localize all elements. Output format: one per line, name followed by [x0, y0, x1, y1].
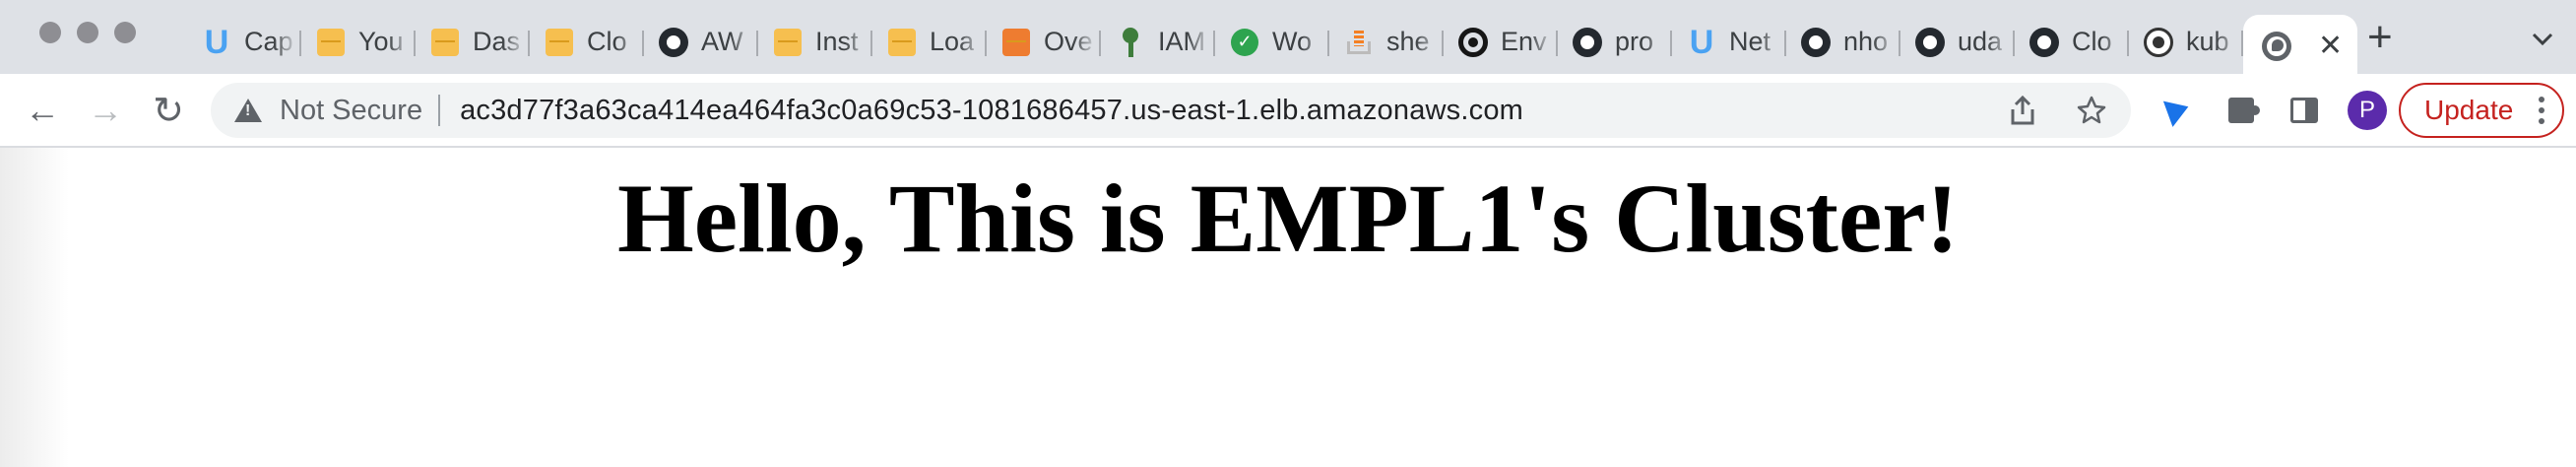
tab[interactable]: IAM: [1101, 15, 1215, 70]
tab[interactable]: You: [301, 15, 416, 70]
tab-title: Net: [1729, 27, 1771, 56]
warning-icon[interactable]: [232, 95, 264, 126]
tab-title: nho: [1843, 27, 1889, 56]
aws-box-icon: [886, 27, 918, 58]
github-icon: [2029, 27, 2060, 58]
circleci-icon: [1457, 27, 1489, 58]
url-text[interactable]: ac3d77f3a63ca414ea464fa3c0a69c53-1081686…: [460, 95, 1523, 127]
tab[interactable]: Loa: [872, 15, 987, 70]
back-button[interactable]: ←: [20, 88, 65, 133]
tab[interactable]: uda: [1900, 15, 2015, 70]
tab[interactable]: Clo: [530, 15, 644, 70]
aws-box-icon: [772, 27, 804, 58]
profile-avatar[interactable]: P: [2348, 91, 2387, 130]
tab-title: she: [1386, 27, 1430, 56]
tab[interactable]: kub: [2129, 15, 2243, 70]
divider: [438, 95, 441, 126]
udacity-icon: U: [204, 23, 229, 61]
tab-title: Das: [473, 27, 521, 56]
tab[interactable]: Clo: [2015, 15, 2129, 70]
window-controls: [39, 22, 136, 43]
close-tab-icon[interactable]: ✕: [2318, 32, 2343, 61]
tab-title: Wo: [1272, 27, 1313, 56]
aws-box-icon: [544, 27, 575, 58]
kubernetes-icon: [2143, 27, 2174, 58]
security-status[interactable]: Not Secure: [280, 95, 422, 127]
tab-strip: U Cap You Das Clo AW Inst Loa Ove IAM ✓ …: [0, 0, 2576, 79]
tab-search-chevron-icon[interactable]: [2529, 26, 2556, 53]
update-button[interactable]: Update: [2399, 83, 2564, 138]
tab-title: Clo: [2072, 27, 2112, 56]
menu-kebab-icon[interactable]: [2539, 97, 2544, 124]
tab[interactable]: Env: [1444, 15, 1558, 70]
aws-orange-box-icon: [1000, 27, 1032, 58]
tab-list: U Cap You Das Clo AW Inst Loa Ove IAM ✓ …: [187, 10, 2357, 79]
tab[interactable]: ✓ Wo: [1215, 15, 1329, 70]
tab-title: IAM: [1158, 27, 1206, 56]
github-icon: [658, 27, 689, 58]
tab[interactable]: pro: [1558, 15, 1672, 70]
tab[interactable]: she: [1329, 15, 1444, 70]
tab-title: You: [358, 27, 404, 56]
globe-icon: [2261, 31, 2292, 62]
page-viewport: Hello, This is EMPL1's Cluster!: [0, 148, 2576, 467]
tab-title: Loa: [930, 27, 975, 56]
tab[interactable]: U Net: [1672, 15, 1786, 70]
tab-title: Env: [1501, 27, 1547, 56]
extensions-puzzle-icon[interactable]: [2210, 83, 2273, 138]
browser-toolbar: ← → ↻ Not Secure ac3d77f3a63ca414ea464fa…: [0, 74, 2576, 148]
tab[interactable]: U Cap: [187, 15, 301, 70]
bookmark-star-icon[interactable]: [2072, 91, 2111, 130]
page-heading: Hello, This is EMPL1's Cluster!: [616, 164, 1960, 273]
extension-cursor-icon[interactable]: [2147, 83, 2210, 138]
minimize-window-button[interactable]: [77, 22, 98, 43]
tab-title: kub: [2186, 27, 2229, 56]
check-circle-icon: ✓: [1229, 27, 1260, 58]
update-label: Update: [2424, 95, 2514, 125]
tab-title: AW: [701, 27, 743, 56]
reload-button[interactable]: ↻: [146, 88, 191, 133]
tab-title: uda: [1958, 27, 2003, 56]
close-window-button[interactable]: [39, 22, 61, 43]
address-bar[interactable]: Not Secure ac3d77f3a63ca414ea464fa3c0a69…: [211, 83, 2131, 138]
aws-box-icon: [315, 27, 347, 58]
tab-title: Inst: [815, 27, 859, 56]
key-icon: [1115, 27, 1146, 58]
tab[interactable]: Das: [416, 15, 530, 70]
tab-title: Clo: [587, 27, 627, 56]
tab-title: pro: [1615, 27, 1654, 56]
tab[interactable]: Ove: [987, 15, 1101, 70]
active-tab[interactable]: ✕: [2243, 14, 2357, 79]
stackoverflow-icon: [1343, 27, 1375, 58]
zoom-window-button[interactable]: [114, 22, 136, 43]
github-icon: [1914, 27, 1946, 58]
tab[interactable]: nho: [1786, 15, 1900, 70]
tab-title: Ove: [1044, 27, 1093, 56]
aws-box-icon: [429, 27, 461, 58]
forward-button[interactable]: →: [83, 88, 128, 133]
tab-title: Cap: [244, 27, 293, 56]
tab[interactable]: AW: [644, 15, 758, 70]
tab[interactable]: Inst: [758, 15, 872, 70]
share-icon[interactable]: [2003, 91, 2042, 130]
udacity-icon: U: [1689, 23, 1714, 61]
new-tab-button[interactable]: +: [2367, 16, 2393, 59]
github-icon: [1800, 27, 1832, 58]
side-panel-icon[interactable]: [2273, 83, 2336, 138]
github-icon: [1572, 27, 1603, 58]
